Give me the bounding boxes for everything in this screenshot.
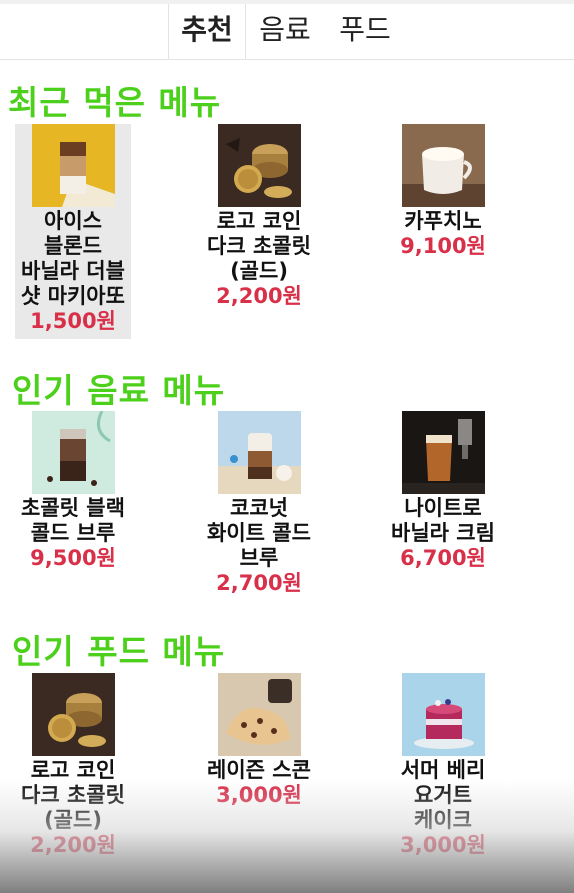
menu-item-price: 9,100원 bbox=[400, 234, 486, 258]
menu-item-berry-cake[interactable]: 서머 베리 요거트 케이크 3,000원 bbox=[349, 673, 537, 858]
nitro-vanilla-image bbox=[401, 411, 485, 494]
iced-macchiato-image bbox=[31, 124, 115, 207]
menu-item-name: 로고 코인 다크 초콜릿 (골드) bbox=[207, 209, 311, 283]
raisin-scone-image bbox=[217, 673, 301, 756]
menu-item-nitro-vanilla[interactable]: 나이트로 바닐라 크림 6,700원 bbox=[349, 411, 537, 571]
menu-item-coin-chocolate[interactable]: 로고 코인 다크 초콜릿 (골드) 2,200원 bbox=[165, 124, 353, 309]
tab-recommended[interactable]: 추천 bbox=[168, 4, 246, 59]
tab-food[interactable]: 푸드 bbox=[330, 4, 400, 59]
menu-item-name: 아이스 블론드 바닐라 더블 샷 마키아또 bbox=[21, 209, 125, 308]
menu-item-iced-macchiato[interactable]: 아이스 블론드 바닐라 더블 샷 마키아또 1,500원 bbox=[15, 124, 131, 339]
menu-item-price: 2,200원 bbox=[30, 833, 116, 857]
menu-item-name: 로고 코인 다크 초콜릿 (골드) bbox=[21, 758, 125, 832]
menu-item-raisin-scone[interactable]: 레이즌 스콘 3,000원 bbox=[165, 673, 353, 808]
menu-item-chocolate-cold-brew[interactable]: 초콜릿 블랙 콜드 브루 9,500원 bbox=[0, 411, 167, 571]
menu-item-price: 3,000원 bbox=[400, 833, 486, 857]
menu-item-name: 레이즌 스콘 bbox=[207, 758, 311, 782]
menu-item-coconut-cold-brew[interactable]: 코코넛 화이트 콜드 브루 2,700원 bbox=[165, 411, 353, 596]
menu-item-name: 초콜릿 블랙 콜드 브루 bbox=[21, 496, 125, 545]
chocolate-cold-brew-image bbox=[31, 411, 115, 494]
coin-chocolate-image bbox=[31, 673, 115, 756]
menu-item-name: 나이트로 바닐라 크림 bbox=[391, 496, 495, 545]
menu-item-name: 서머 베리 요거트 케이크 bbox=[400, 758, 486, 832]
menu-item-coin-chocolate-food[interactable]: 로고 코인 다크 초콜릿 (골드) 2,200원 bbox=[0, 673, 167, 858]
menu-item-cappuccino[interactable]: 카푸치노 9,100원 bbox=[349, 124, 537, 259]
popular-drinks-title: 인기 음료 메뉴 bbox=[12, 371, 226, 410]
menu-item-name: 코코넛 화이트 콜드 브루 bbox=[207, 496, 311, 570]
menu-item-price: 9,500원 bbox=[30, 546, 116, 570]
coin-chocolate-image bbox=[217, 124, 301, 207]
menu-item-price: 3,000원 bbox=[216, 783, 302, 807]
coconut-cold-brew-image bbox=[217, 411, 301, 494]
menu-item-price: 2,200원 bbox=[216, 284, 302, 308]
popular-food-title: 인기 푸드 메뉴 bbox=[12, 632, 226, 671]
category-tab-bar: 추천 음료 푸드 bbox=[0, 0, 574, 60]
menu-item-price: 6,700원 bbox=[400, 546, 486, 570]
cappuccino-image bbox=[401, 124, 485, 207]
menu-item-price: 1,500원 bbox=[30, 309, 116, 333]
recent-menu-title: 최근 먹은 메뉴 bbox=[8, 83, 222, 122]
berry-cake-image bbox=[401, 673, 485, 756]
menu-item-price: 2,700원 bbox=[216, 571, 302, 595]
tab-drinks[interactable]: 음료 bbox=[250, 4, 320, 59]
menu-item-name: 카푸치노 bbox=[404, 209, 482, 233]
